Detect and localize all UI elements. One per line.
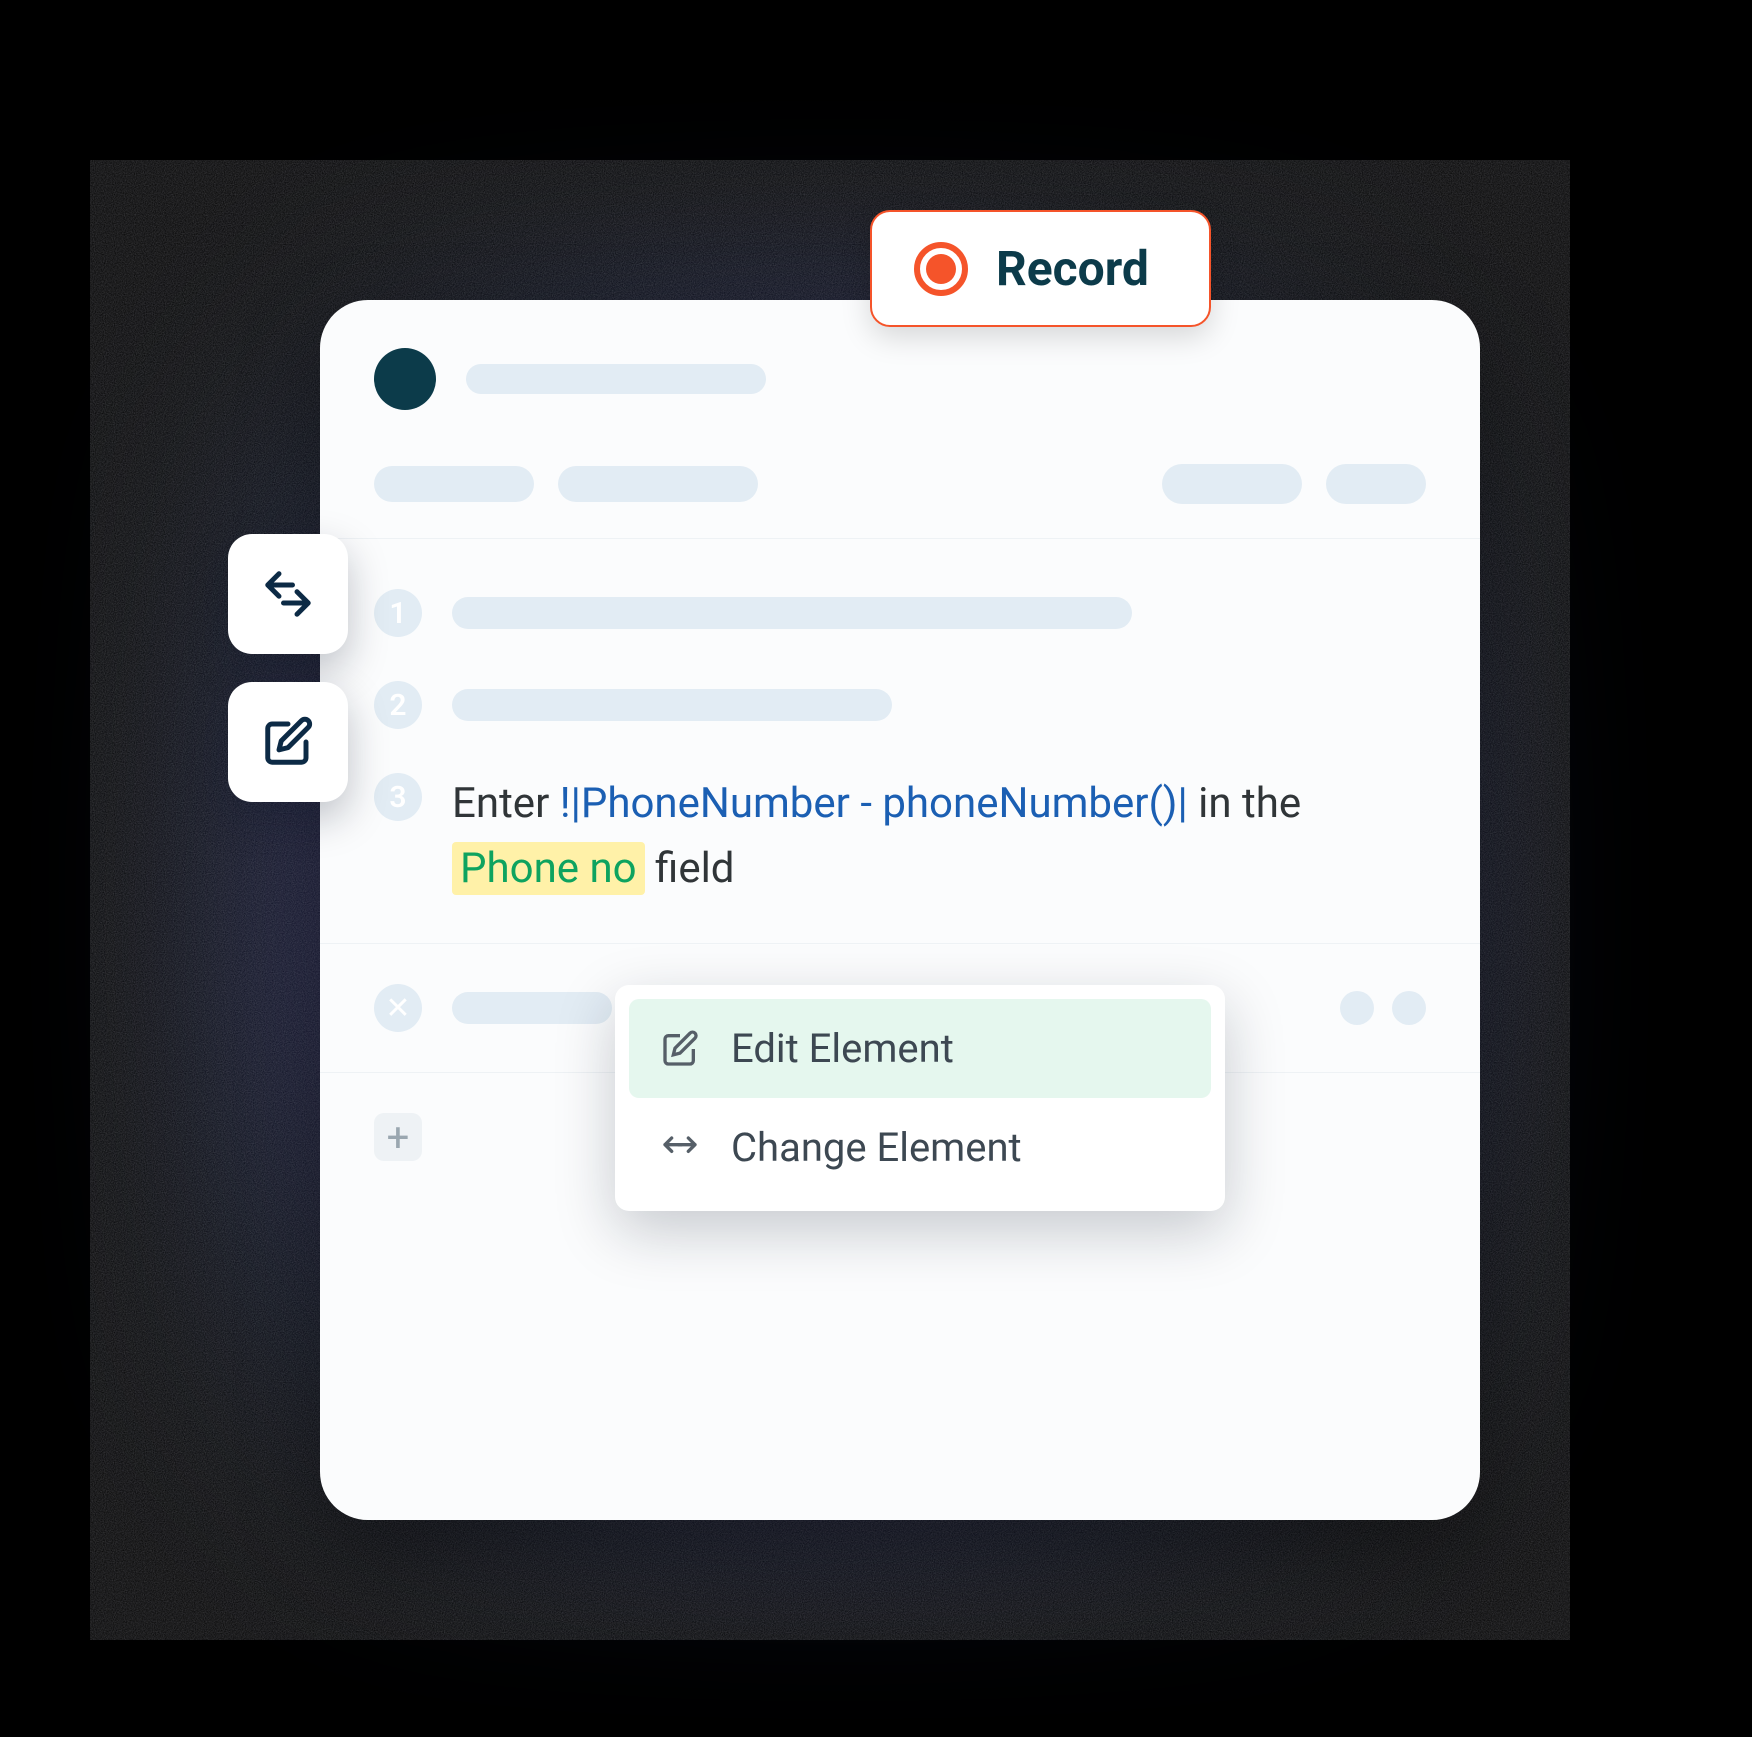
step-number-badge: 1 (374, 589, 422, 637)
swap-icon (659, 1127, 701, 1169)
step-row[interactable]: 2 (320, 659, 1480, 751)
edit-icon (261, 715, 315, 769)
step-text-placeholder (452, 597, 1132, 629)
action-dot[interactable] (1392, 991, 1426, 1025)
variable-token[interactable]: !|PhoneNumber - phoneNumber()| (560, 779, 1188, 828)
element-context-menu: Edit Element Change Element (615, 985, 1225, 1211)
title-placeholder (466, 364, 766, 394)
record-label: Record (996, 240, 1149, 297)
swap-icon (261, 567, 315, 621)
step-text-suffix: field (645, 844, 735, 893)
record-icon (914, 242, 968, 296)
toolbar-pill[interactable] (1162, 464, 1302, 504)
step-text: Enter !|PhoneNumber - phoneNumber()| in … (452, 771, 1426, 901)
test-steps-panel: 1 2 3 Enter !|PhoneNumber - phoneNumber(… (320, 300, 1480, 1520)
step-row[interactable]: 1 (320, 567, 1480, 659)
plus-icon: + (374, 1113, 422, 1161)
toolbar-pill[interactable] (1326, 464, 1426, 504)
step-number-badge: 3 (374, 773, 422, 821)
avatar (374, 348, 436, 410)
step-text-mid: in the (1188, 779, 1301, 828)
toolbar-placeholder (558, 466, 758, 502)
menu-item-label: Change Element (731, 1124, 1022, 1171)
menu-item-change-element[interactable]: Change Element (629, 1098, 1211, 1197)
close-icon[interactable]: ✕ (374, 984, 422, 1032)
action-dot[interactable] (1340, 991, 1374, 1025)
record-dot-icon (926, 254, 956, 284)
record-button[interactable]: Record (870, 210, 1211, 327)
step-text-placeholder (452, 689, 892, 721)
edit-icon (659, 1028, 701, 1070)
edit-element-button[interactable] (228, 682, 348, 802)
menu-item-label: Edit Element (731, 1025, 954, 1072)
step-text-placeholder (452, 992, 612, 1024)
step-number-badge: 2 (374, 681, 422, 729)
menu-item-edit-element[interactable]: Edit Element (629, 999, 1211, 1098)
swap-element-button[interactable] (228, 534, 348, 654)
toolbar-placeholder (374, 466, 534, 502)
step-text-prefix: Enter (452, 779, 560, 828)
panel-toolbar (320, 446, 1480, 539)
step-row[interactable]: 3 Enter !|PhoneNumber - phoneNumber()| i… (320, 751, 1480, 923)
element-token[interactable]: Phone no (452, 842, 645, 895)
step-actions (1340, 991, 1426, 1025)
